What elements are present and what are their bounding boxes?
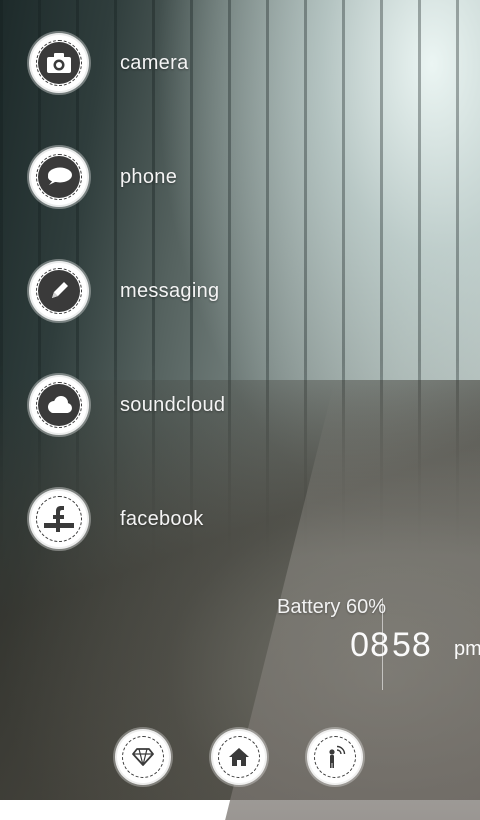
messaging-badge	[31, 263, 87, 319]
app-messaging[interactable]: messaging	[31, 262, 331, 320]
app-label-phone: phone	[120, 165, 178, 188]
dock-button-diamond[interactable]	[117, 731, 169, 783]
pencil-icon	[52, 282, 68, 298]
app-facebook[interactable]: facebook	[31, 490, 331, 548]
dock-button-home[interactable]	[213, 731, 265, 783]
phone-badge	[31, 149, 87, 205]
app-phone[interactable]: phone	[31, 148, 331, 206]
facebook-icon	[44, 506, 74, 532]
app-label-soundcloud: soundcloud	[120, 393, 226, 416]
clock-ampm: pm	[454, 638, 480, 660]
diamond-icon	[132, 748, 154, 766]
home-icon	[229, 748, 249, 766]
camera-badge	[31, 35, 87, 91]
battery-status: Battery 60%	[277, 596, 386, 618]
clock-minutes: 58	[392, 626, 432, 664]
status-widget: Battery 60% 08 58 pm	[260, 596, 480, 690]
app-soundcloud[interactable]: soundcloud	[31, 376, 331, 434]
dock-button-person[interactable]	[309, 731, 361, 783]
cloud-icon	[48, 396, 72, 413]
dock	[0, 710, 480, 800]
app-label-messaging: messaging	[120, 279, 220, 302]
soundcloud-badge	[31, 377, 87, 433]
app-camera[interactable]: camera	[31, 34, 331, 92]
app-label-camera: camera	[120, 51, 189, 74]
chat-bubble-icon	[48, 167, 72, 185]
person-wifi-icon	[329, 745, 346, 768]
app-label-facebook: facebook	[120, 507, 204, 530]
facebook-badge	[31, 491, 87, 547]
clock-hours: 08	[350, 626, 390, 664]
camera-icon	[47, 53, 71, 73]
